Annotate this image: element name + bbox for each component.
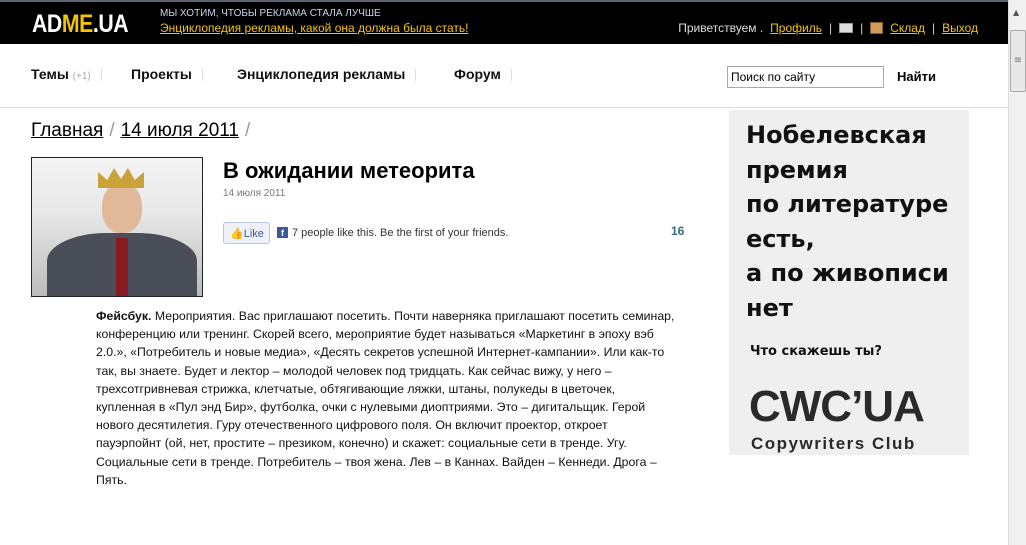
text-line: пауэрпойнт (ой, нет, простите – презиком… xyxy=(96,436,627,451)
article-title: В ожидании метеорита xyxy=(223,158,475,183)
facebook-like-button[interactable]: 👍Like xyxy=(223,222,270,244)
article-date: 14 июля 2011 xyxy=(223,188,286,199)
warehouse-link[interactable]: Склад xyxy=(890,21,925,35)
nav-item-topics[interactable]: Темы (+1) xyxy=(31,66,102,82)
logo-part: ME xyxy=(61,10,93,38)
nav-label: Темы xyxy=(31,66,69,82)
divider: | xyxy=(860,21,864,35)
greeting: Приветствуем . xyxy=(678,21,764,35)
logo-part: AD xyxy=(32,10,62,38)
breadcrumb-separator: / xyxy=(109,120,115,141)
divider: | xyxy=(828,21,833,35)
text-line: нового десятилетия. Гуру отечественного … xyxy=(96,418,608,433)
ad-line: а по живописи xyxy=(746,259,949,287)
ad-banner[interactable]: Нобелевская премия по литературе есть, а… xyxy=(729,110,969,455)
lead-word: Фейсбук. xyxy=(96,309,152,323)
search-input[interactable] xyxy=(727,66,884,88)
ad-line: по литературе xyxy=(746,190,949,218)
package-icon xyxy=(870,22,884,34)
like-text: 7 people like this. Be the first of your… xyxy=(292,227,509,239)
site-logo[interactable]: ADME.UA xyxy=(32,10,129,39)
logout-link[interactable]: Выход xyxy=(942,21,978,35)
nav-item-encyclopedia[interactable]: Энциклопедия рекламы xyxy=(237,66,416,82)
breadcrumb-separator: / xyxy=(244,120,251,141)
like-summary: f 7 people like this. Be the first of you… xyxy=(277,227,508,239)
ad-headline: Нобелевская премия по литературе есть, а… xyxy=(746,118,949,325)
text-line: так, вы знаете. Будет и лектор – молодой… xyxy=(96,363,612,378)
facebook-icon: f xyxy=(277,227,288,238)
ad-line: Нобелевская xyxy=(746,121,927,149)
ad-line: премия xyxy=(746,155,848,184)
nav-item-projects[interactable]: Проекты xyxy=(131,66,203,82)
text-line: конференцию или тренинг. Скорей всего, м… xyxy=(96,327,654,342)
search-button[interactable]: Найти xyxy=(897,69,936,84)
breadcrumb-home[interactable]: Главная xyxy=(31,120,103,141)
comment-count[interactable]: 16 xyxy=(671,224,684,238)
mail-icon[interactable] xyxy=(839,23,854,33)
scrollbar-thumb[interactable]: ≡ xyxy=(1010,30,1026,92)
slogan: МЫ ХОТИМ, ЧТОБЫ РЕКЛАМА СТАЛА ЛУЧШЕ xyxy=(160,8,381,19)
nav-label: Проекты xyxy=(131,66,192,82)
article-image xyxy=(31,157,203,297)
profile-link[interactable]: Профиль xyxy=(770,21,822,35)
ad-logo: CWC’UA xyxy=(749,382,925,431)
nav-count: (+1) xyxy=(72,71,91,82)
nav-item-forum[interactable]: Форум xyxy=(454,66,512,82)
vertical-scrollbar[interactable]: ▲ ≡ xyxy=(1008,0,1026,545)
nav-label: Форум xyxy=(454,66,501,82)
scroll-up-icon[interactable]: ▲ xyxy=(1013,8,1019,17)
thumbs-up-icon: 👍 xyxy=(230,228,244,240)
ad-line: нет xyxy=(746,293,793,322)
user-bar: Приветствуем . Профиль | | Склад | Выход xyxy=(678,21,978,35)
breadcrumb-date[interactable]: 14 июля 2011 xyxy=(121,120,239,141)
text-line: 2.0.», «Потребитель и новые медиа», «Дес… xyxy=(96,345,665,360)
breadcrumb: Главная/14 июля 2011/ xyxy=(31,120,256,142)
nav-label: Энциклопедия рекламы xyxy=(237,66,406,82)
ad-subtitle: Copywriters Club xyxy=(751,434,916,453)
ad-line: есть, xyxy=(746,224,815,253)
article-body: Фейсбук. Мероприятия. Вас приглашают пос… xyxy=(96,307,716,489)
main-nav: Темы (+1) Проекты Энциклопедия рекламы Ф… xyxy=(0,44,1008,108)
tagline-link[interactable]: Энциклопедия рекламы, какой она должна б… xyxy=(160,21,468,35)
ad-question: Что скажешь ты? xyxy=(750,344,882,359)
text-line: Пять. xyxy=(96,472,127,487)
logo-part: .UA xyxy=(92,10,129,38)
text-line: купленная в «Пул энд Бир», футболка, очк… xyxy=(96,400,646,415)
text: Мероприятия. Вас приглашают посетить. По… xyxy=(154,309,675,323)
divider: | xyxy=(931,21,936,35)
text-line: Социальные сети в тренде. Потребитель – … xyxy=(96,454,657,469)
like-label: Like xyxy=(243,228,264,240)
text-line: Фейсбук. Мероприятия. Вас приглашают пос… xyxy=(96,307,716,325)
text-line: трехсотгривневая стрижка, клетчатые, обт… xyxy=(96,381,616,396)
site-header: ADME.UA МЫ ХОТИМ, ЧТОБЫ РЕКЛАМА СТАЛА ЛУ… xyxy=(0,0,1008,44)
